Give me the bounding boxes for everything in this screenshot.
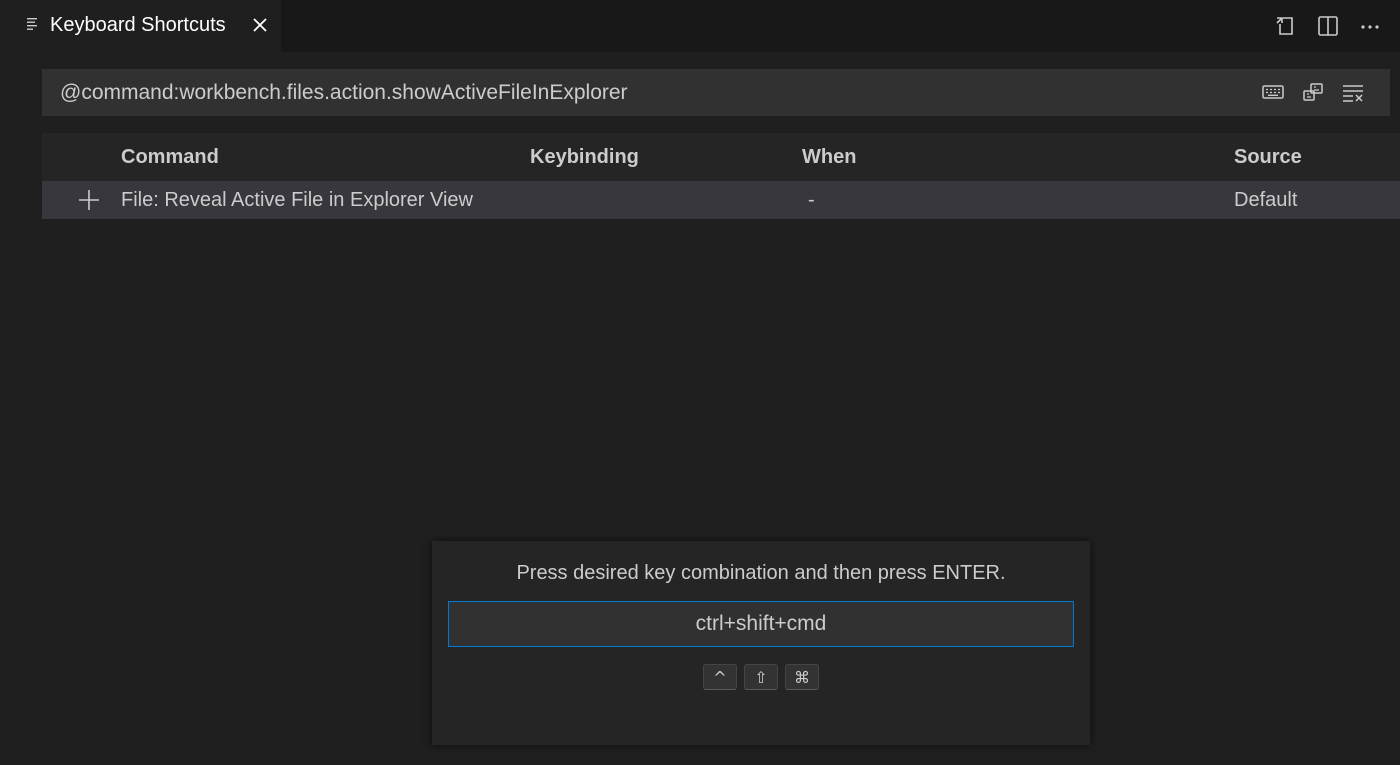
column-header-keybinding[interactable]: Keybinding (530, 145, 639, 169)
more-actions-icon (1361, 25, 1379, 29)
cell-when: - (808, 189, 815, 211)
open-json-button[interactable] (1272, 12, 1300, 40)
tab-label: Keyboard Shortcuts (50, 14, 226, 36)
column-header-source[interactable]: Source (1234, 145, 1302, 169)
keybinding-preview: ^ ⇧ ⌘ (432, 664, 1090, 690)
more-actions-button[interactable] (1356, 12, 1384, 40)
keybinding-instructions: Press desired key combination and then p… (516, 562, 1006, 584)
key-ctrl: ^ (703, 664, 737, 690)
key-shift: ⇧ (744, 664, 778, 690)
clear-search-icon (1343, 85, 1363, 102)
keyboard-shortcuts-editor: Keyboard Shortcuts @command:workbench.fi… (0, 0, 1400, 765)
close-icon[interactable] (249, 14, 271, 36)
column-header-when[interactable]: When (802, 145, 856, 169)
key-cmd: ⌘ (785, 664, 819, 690)
tab-keyboard-shortcuts[interactable]: Keyboard Shortcuts (0, 0, 281, 52)
tab-bar: Keyboard Shortcuts (0, 0, 1400, 52)
open-json-icon (1276, 17, 1293, 35)
clear-search-button[interactable] (1340, 79, 1366, 105)
list-icon (27, 18, 37, 30)
table-row[interactable]: File: Reveal Active File in Explorer Vie… (42, 181, 1400, 219)
cell-command: File: Reveal Active File in Explorer Vie… (121, 189, 473, 211)
keybinding-input[interactable] (448, 601, 1074, 647)
search-input[interactable] (42, 69, 1232, 116)
search-box (42, 69, 1390, 116)
split-editor-button[interactable] (1314, 12, 1342, 40)
editor-actions (1272, 12, 1384, 40)
record-keys-icon (1262, 85, 1284, 99)
search-actions (1260, 79, 1366, 105)
sort-by-precedence-icon (1303, 83, 1323, 101)
table-header: Command Keybinding When Source (42, 133, 1400, 181)
record-keys-button[interactable] (1260, 79, 1286, 105)
add-icon[interactable] (78, 189, 100, 211)
sort-by-precedence-button[interactable] (1300, 79, 1326, 105)
column-header-command[interactable]: Command (121, 145, 219, 169)
split-editor-icon (1318, 16, 1338, 36)
cell-source: Default (1234, 189, 1298, 211)
define-keybinding-widget: Press desired key combination and then p… (432, 541, 1090, 745)
